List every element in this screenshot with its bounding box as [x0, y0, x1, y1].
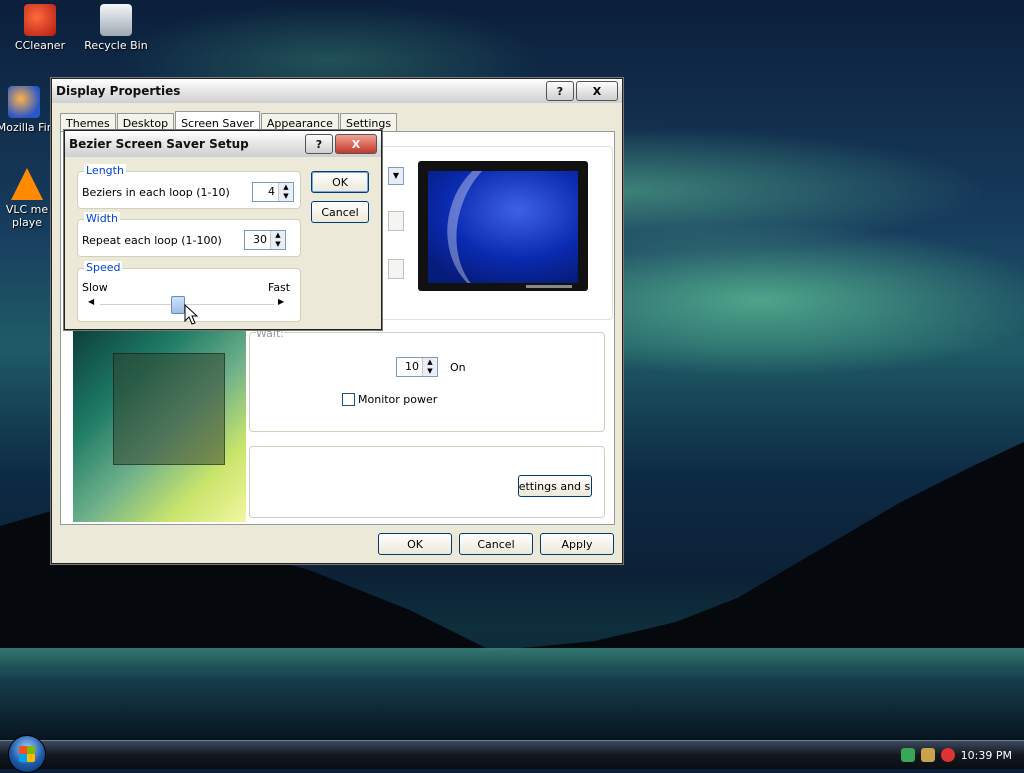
setup-titlebar[interactable]: Bezier Screen Saver Setup ? X — [65, 131, 381, 157]
close-button[interactable]: X — [335, 134, 377, 154]
ccleaner-icon — [24, 4, 56, 36]
spin-up-icon[interactable]: ▲ — [271, 231, 285, 240]
power-group: settings and sa — [249, 446, 605, 518]
power-settings-label: settings and sa — [518, 479, 591, 493]
wallpaper-lake — [0, 648, 1024, 740]
spin-up-icon[interactable]: ▲ — [279, 183, 293, 192]
desktop-icon-label: CCleaner — [14, 39, 66, 52]
tools-icon[interactable] — [920, 748, 935, 762]
fast-label: Fast — [268, 281, 291, 294]
wait-value: 10 — [405, 360, 419, 373]
slider-left-arrow-icon[interactable]: ◀ — [88, 297, 94, 306]
ok-button[interactable]: OK — [378, 533, 452, 555]
thumbnail-window-shape — [113, 353, 225, 465]
windows-logo-icon — [19, 746, 35, 762]
width-group: Width Repeat each loop (1-100) 30 ▲ ▼ — [77, 212, 301, 257]
beziers-label: Beziers in each loop (1-10) — [82, 186, 230, 199]
vlc-cone-icon — [11, 168, 43, 200]
dialog-title: Bezier Screen Saver Setup — [69, 137, 249, 151]
repeat-spinner[interactable]: 30 ▲ ▼ — [244, 230, 286, 250]
firefox-icon — [8, 86, 40, 118]
repeat-value: 30 — [253, 233, 267, 246]
slow-label: Slow — [82, 281, 108, 294]
mouse-cursor-icon — [184, 304, 198, 325]
beziers-value: 4 — [268, 185, 275, 198]
slider-right-arrow-icon[interactable]: ▶ — [278, 297, 284, 306]
network-icon[interactable] — [900, 748, 915, 762]
repeat-label: Repeat each loop (1-100) — [82, 234, 222, 247]
start-button[interactable] — [8, 735, 46, 773]
cancel-button[interactable]: Cancel — [459, 533, 533, 555]
beziers-spinner[interactable]: 4 ▲ ▼ — [252, 182, 294, 202]
clock[interactable]: 10:39 PM — [961, 749, 1012, 762]
on-label: On — [450, 361, 466, 374]
system-tray: 10:39 PM — [900, 741, 1012, 769]
width-group-title: Width — [84, 212, 120, 225]
length-group-title: Length — [84, 164, 126, 177]
power-settings-button[interactable]: settings and sa — [518, 475, 592, 497]
spin-down-icon[interactable]: ▼ — [423, 367, 437, 376]
speed-group-title: Speed — [84, 261, 123, 274]
monitor-power-label: Monitor power — [358, 393, 438, 406]
length-group: Length Beziers in each loop (1-10) 4 ▲ ▼ — [77, 164, 301, 209]
monitor-bezel-bar — [526, 285, 572, 288]
monitor-preview — [418, 161, 588, 291]
desktop-icon-recycle-bin[interactable]: Recycle Bin — [76, 4, 156, 52]
desktop-icon-label: VLC me playe — [5, 203, 49, 229]
settings-button-edge[interactable] — [388, 211, 404, 231]
wait-spinner[interactable]: 10 ▲ ▼ — [396, 357, 438, 377]
screen-saver-dropdown-arrow[interactable]: ▼ — [388, 167, 404, 185]
display-properties-titlebar[interactable]: Display Properties ? X — [52, 79, 622, 103]
spin-down-icon[interactable]: ▼ — [271, 240, 285, 249]
window-title: Display Properties — [56, 84, 181, 98]
desktop-icon-label: Mozilla Fir — [0, 121, 52, 134]
screen-saver-preview — [428, 171, 578, 283]
monitor-power-checkbox[interactable] — [342, 393, 355, 406]
taskbar: 10:39 PM — [0, 735, 1024, 773]
wallpaper-thumbnail — [73, 331, 246, 522]
desktop-icon-label: Recycle Bin — [84, 39, 148, 52]
bezier-setup-dialog: Bezier Screen Saver Setup ? X Length Bez… — [64, 130, 382, 330]
spin-down-icon[interactable]: ▼ — [279, 192, 293, 201]
wait-group: Wait: 10 ▲ ▼ On Monitor power — [249, 327, 605, 432]
desktop-icon-firefox[interactable]: Mozilla Fir — [0, 86, 52, 134]
close-button[interactable]: X — [576, 81, 618, 101]
preview-button-edge[interactable] — [388, 259, 404, 279]
desktop-icon-ccleaner[interactable]: CCleaner — [0, 4, 80, 52]
setup-ok-button[interactable]: OK — [311, 171, 369, 193]
help-button[interactable]: ? — [305, 134, 333, 154]
recycle-bin-icon — [100, 4, 132, 36]
security-shield-icon[interactable] — [940, 748, 955, 762]
apply-button[interactable]: Apply — [540, 533, 614, 555]
desktop-icon-vlc[interactable]: VLC me playe — [4, 168, 50, 229]
spin-up-icon[interactable]: ▲ — [423, 358, 437, 367]
setup-cancel-button[interactable]: Cancel — [311, 201, 369, 223]
help-button[interactable]: ? — [546, 81, 574, 101]
